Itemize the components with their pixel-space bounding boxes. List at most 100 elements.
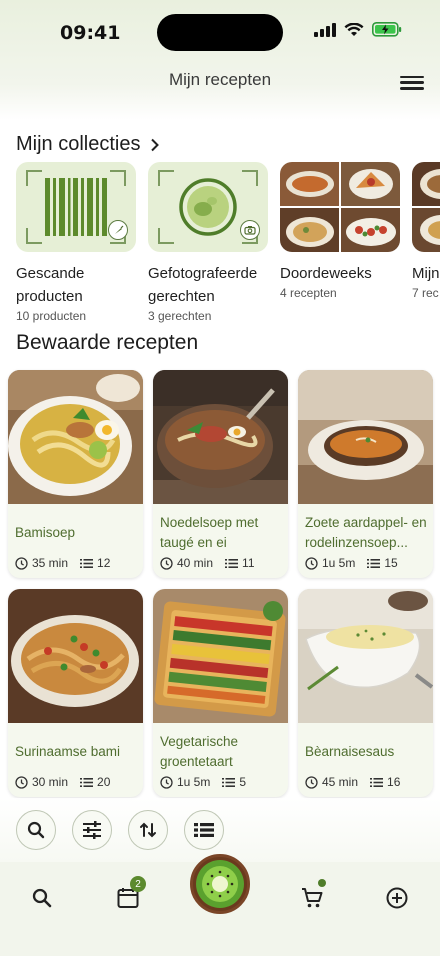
recipe-title: Zoete aardappel- en rodelinzensoep... [305,515,427,550]
signal-icon [314,22,336,37]
recipe-title: Surinaamse bami [15,744,121,759]
tab-search[interactable] [22,878,62,918]
collection-name: Gescande producten [16,265,85,305]
recipe-photo [153,370,288,504]
status-bar: 09:41 [0,0,440,62]
recipe-card[interactable]: Bamisoep 35 min 12 [8,370,143,578]
recipe-ingredient-count: 5 [239,775,247,789]
camera-lens-icon [179,178,237,236]
sort-button[interactable] [128,810,168,850]
clock-icon [305,775,318,789]
recipe-meta: 45 min 16 [305,775,400,789]
collection-count: 7 rec [412,286,439,300]
clock-icon [15,775,28,789]
collection-mijn-kook[interactable]: Mijn kook 7 rec [412,162,440,323]
recipe-photo [298,589,433,723]
collections-row: Gescande producten 10 producten Gefotogr… [16,162,440,323]
add-circle-icon [386,887,408,909]
recipe-time: 40 min [177,556,214,570]
sort-icon [140,822,156,838]
list-icon [367,558,381,568]
recipe-grid: Bamisoep 35 min 12 Noedelsoep met taugé … [8,370,433,797]
cart-icon [302,888,323,908]
search-button[interactable] [16,810,56,850]
recipe-card[interactable]: Vegetarische groentetaart 1u 5m 5 [153,589,288,797]
collection-name: Gefotografeerde gerechten [148,265,258,305]
recipe-ingredient-count: 12 [97,556,111,570]
clock-icon [160,775,173,789]
collection-thumb [16,162,136,252]
recipe-title: Bamisoep [15,525,76,540]
recipe-meta: 1u 5m 5 [160,775,246,789]
title-bar: Mijn recepten [0,62,440,102]
collection-count: 4 recepten [280,286,337,300]
recipe-title: Vegetarische groentetaart [160,734,239,769]
recipe-ingredient-count: 15 [384,556,398,570]
list-icon [225,558,239,568]
tab-add[interactable] [377,878,417,918]
chevron-right-icon [151,138,160,151]
status-icons [314,22,402,37]
recipe-ingredient-count: 11 [242,556,255,570]
status-time: 09:41 [60,22,121,44]
camera-badge-icon [240,220,260,240]
recipe-card[interactable]: Noedelsoep met taugé en ei 40 min 11 [153,370,288,578]
recipe-card[interactable]: Zoete aardappel- en rodelinzensoep... 1u… [298,370,433,578]
recipe-time: 30 min [32,775,69,789]
clock-icon [305,556,318,570]
collection-scanned-products[interactable]: Gescande producten 10 producten [16,162,136,323]
recipe-photo [8,370,143,504]
collection-name: Doordeweeks [280,265,372,282]
recipe-photo [8,589,143,723]
collection-photographed-dishes[interactable]: Gefotografeerde gerechten 3 gerechten [148,162,268,323]
list-view-icon [194,823,214,837]
recipe-meta: 1u 5m 15 [305,556,398,570]
recipe-ingredient-count: 16 [387,775,401,789]
recipe-title: Noedelsoep met taugé en ei [160,515,259,550]
bottom-tab-bar: 2 [0,854,440,956]
recipe-photo [153,589,288,723]
recipe-meta: 35 min 12 [15,556,110,570]
recipe-meta: 40 min 11 [160,556,255,570]
list-icon [370,777,384,787]
recipe-toolbar [0,798,440,862]
kiwi-icon [196,860,244,908]
recipe-meta: 30 min 20 [15,775,110,789]
collection-thumb [148,162,268,252]
carrot-badge-icon [108,220,128,240]
search-icon [32,888,52,908]
search-icon [27,821,45,839]
list-view-button[interactable] [184,810,224,850]
recipe-photo [298,370,433,504]
recipe-time: 1u 5m [322,556,356,570]
recipe-time: 35 min [32,556,69,570]
recipe-time: 1u 5m [177,775,211,789]
recipe-card[interactable]: Bèarnaisesaus 45 min 16 [298,589,433,797]
filter-button[interactable] [72,810,112,850]
collection-doordeweeks[interactable]: Doordeweeks 4 recepten [280,162,400,323]
collection-thumb [412,162,440,252]
photo-collage [280,162,400,252]
dynamic-island [157,14,283,51]
hamburger-menu-icon[interactable] [400,72,424,92]
recipe-time: 45 min [322,775,359,789]
collections-header[interactable]: Mijn collecties [16,133,160,156]
collection-count: 3 gerechten [148,309,212,323]
list-icon [80,558,94,568]
wifi-icon [344,22,364,36]
barcode-icon [45,178,107,236]
collections-title: Mijn collecties [16,133,141,155]
filter-sliders-icon [83,821,101,839]
collection-name: Mijn kook [412,265,440,282]
tab-cart[interactable] [292,878,332,918]
recipe-card[interactable]: Surinaamse bami 30 min 20 [8,589,143,797]
list-icon [222,777,236,787]
recipe-ingredient-count: 20 [97,775,111,789]
battery-icon [372,22,402,37]
cart-indicator-dot [318,879,326,887]
page-title: Mijn recepten [168,70,272,89]
clock-icon [160,556,173,570]
list-icon [80,777,94,787]
kiwi-home-button[interactable] [190,854,250,914]
tab-calendar[interactable]: 2 [108,876,148,918]
